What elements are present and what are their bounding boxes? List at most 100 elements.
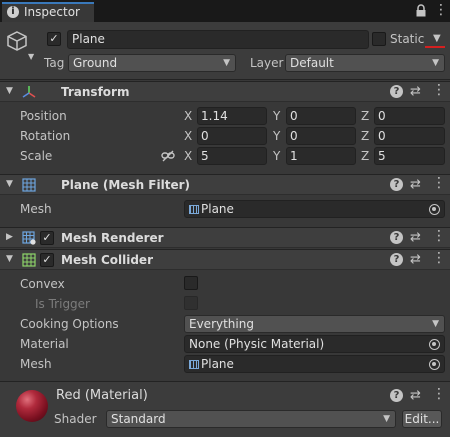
gameobject-header: ▼ ✓ Plane Static ▼ Tag Ground ▼ Layer De…: [0, 22, 450, 80]
mesh-renderer-header[interactable]: ▶ ✓ Mesh Renderer ? ⇄ ⋮: [0, 227, 450, 248]
help-icon[interactable]: ?: [390, 253, 403, 266]
rotation-z-field[interactable]: 0: [374, 127, 445, 145]
layer-dropdown[interactable]: Default ▼: [285, 54, 445, 72]
axis-y-label[interactable]: Y: [273, 129, 280, 143]
convex-label: Convex: [20, 277, 65, 291]
help-icon[interactable]: ?: [390, 231, 403, 244]
cooking-options-value: Everything: [189, 317, 254, 331]
edit-shader-button[interactable]: Edit...: [402, 410, 442, 428]
object-picker-icon[interactable]: [429, 339, 440, 350]
tab-bar: i Inspector ⋮: [0, 0, 450, 22]
tag-value: Ground: [73, 56, 118, 70]
mesh-filter-icon: [22, 178, 36, 192]
collider-mesh-label: Mesh: [20, 357, 52, 371]
axis-z-label[interactable]: Z: [361, 109, 369, 123]
inspector-menu-icon[interactable]: ⋮: [434, 3, 448, 17]
mesh-renderer-icon: [22, 231, 36, 245]
component-menu-icon[interactable]: ⋮: [432, 229, 446, 243]
icon-dropdown-arrow[interactable]: ▼: [28, 52, 34, 61]
fold-arrow-icon[interactable]: ▼: [6, 254, 13, 264]
physic-material-value: None (Physic Material): [189, 337, 325, 351]
static-label: Static: [390, 32, 425, 46]
help-icon[interactable]: ?: [390, 85, 403, 98]
axis-x-label[interactable]: X: [184, 149, 192, 163]
static-underline-mark: [425, 46, 445, 48]
position-y-field[interactable]: 0: [286, 107, 356, 125]
mesh-collider-title: Mesh Collider: [61, 253, 153, 267]
link-scale-icon[interactable]: [161, 150, 175, 162]
position-label: Position: [20, 109, 67, 123]
mesh-renderer-enabled-checkbox[interactable]: ✓: [40, 231, 54, 245]
layer-label: Layer: [250, 56, 284, 70]
static-checkbox[interactable]: [372, 32, 386, 46]
help-icon[interactable]: ?: [390, 389, 403, 402]
presets-icon[interactable]: ⇄: [410, 231, 421, 244]
position-z-field[interactable]: 0: [374, 107, 445, 125]
axis-x-label[interactable]: X: [184, 109, 192, 123]
presets-icon[interactable]: ⇄: [410, 389, 421, 402]
fold-arrow-icon[interactable]: ▼: [6, 86, 13, 96]
component-menu-icon[interactable]: ⋮: [432, 176, 446, 190]
mesh-filter-title: Plane (Mesh Filter): [61, 178, 190, 192]
presets-icon[interactable]: ⇄: [410, 253, 421, 266]
gameobject-name-field[interactable]: Plane: [67, 30, 369, 49]
axis-z-label[interactable]: Z: [361, 149, 369, 163]
scale-y-field[interactable]: 1: [286, 147, 356, 165]
mesh-collider-header[interactable]: ▼ ✓ Mesh Collider ? ⇄ ⋮: [0, 249, 450, 270]
position-x-field[interactable]: 1.14: [197, 107, 267, 125]
chevron-down-icon: ▼: [383, 414, 390, 424]
material-title: Red (Material): [56, 388, 148, 403]
is-trigger-checkbox: [184, 296, 198, 310]
convex-checkbox[interactable]: [184, 276, 198, 290]
component-menu-icon[interactable]: ⋮: [432, 251, 446, 265]
mesh-collider-icon: [22, 253, 36, 267]
fold-arrow-icon[interactable]: ▶: [6, 232, 13, 242]
mesh-filter-header[interactable]: ▼ Plane (Mesh Filter) ? ⇄ ⋮: [0, 174, 450, 195]
axis-z-label[interactable]: Z: [361, 129, 369, 143]
rotation-y-field[interactable]: 0: [286, 127, 356, 145]
object-picker-icon[interactable]: [429, 204, 440, 215]
mesh-renderer-title: Mesh Renderer: [61, 231, 164, 245]
chevron-down-icon: ▼: [432, 319, 439, 329]
object-picker-icon[interactable]: [429, 359, 440, 370]
scale-x-field[interactable]: 5: [197, 147, 267, 165]
shader-dropdown[interactable]: Standard ▼: [106, 410, 396, 428]
static-dropdown-arrow[interactable]: ▼: [433, 33, 441, 44]
fold-arrow-icon[interactable]: ▼: [6, 179, 13, 189]
rotation-x-field[interactable]: 0: [197, 127, 267, 145]
tag-label: Tag: [44, 56, 65, 70]
is-trigger-label: Is Trigger: [35, 297, 90, 311]
axis-y-label[interactable]: Y: [273, 109, 280, 123]
mesh-collider-enabled-checkbox[interactable]: ✓: [40, 253, 54, 267]
presets-icon[interactable]: ⇄: [410, 178, 421, 191]
cooking-options-dropdown[interactable]: Everything ▼: [184, 315, 445, 333]
shader-label: Shader: [54, 412, 97, 426]
active-checkbox[interactable]: ✓: [47, 32, 61, 46]
gameobject-cube-icon[interactable]: [6, 30, 28, 52]
shader-value: Standard: [111, 412, 166, 426]
rotation-label: Rotation: [20, 129, 71, 143]
mesh-icon: [189, 360, 199, 369]
transform-title: Transform: [61, 85, 130, 99]
material-section: Red (Material) ? ⇄ ⋮ Shader Standard ▼ E…: [0, 381, 450, 437]
info-icon: i: [7, 6, 19, 18]
tab-label: Inspector: [24, 5, 80, 19]
mesh-filter-field[interactable]: Plane: [184, 200, 445, 218]
transform-header[interactable]: ▼ Transform ? ⇄ ⋮: [0, 81, 450, 102]
physic-material-field[interactable]: None (Physic Material): [184, 335, 445, 353]
component-menu-icon[interactable]: ⋮: [432, 83, 446, 97]
collider-mesh-field[interactable]: Plane: [184, 355, 445, 373]
mesh-value: Plane: [201, 202, 234, 216]
lock-icon[interactable]: [415, 4, 427, 17]
axis-x-label[interactable]: X: [184, 129, 192, 143]
scale-z-field[interactable]: 5: [374, 147, 445, 165]
component-menu-icon[interactable]: ⋮: [432, 387, 446, 401]
tab-inspector[interactable]: i Inspector: [2, 2, 94, 22]
transform-icon: [22, 86, 36, 98]
help-icon[interactable]: ?: [390, 178, 403, 191]
presets-icon[interactable]: ⇄: [410, 85, 421, 98]
axis-y-label[interactable]: Y: [273, 149, 280, 163]
material-label: Material: [20, 337, 69, 351]
material-preview-sphere: [16, 390, 48, 422]
tag-dropdown[interactable]: Ground ▼: [68, 54, 236, 72]
